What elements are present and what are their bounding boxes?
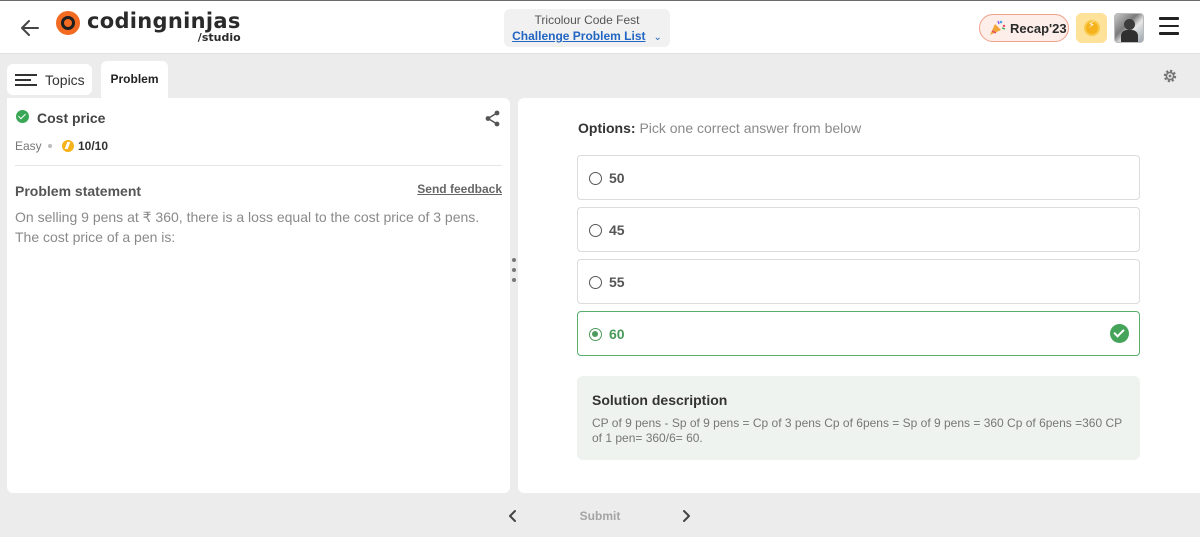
codingninjas-logo[interactable]: codingninjas /studio xyxy=(56,10,241,44)
option-45[interactable]: 45 xyxy=(577,207,1140,252)
chevron-left-icon[interactable] xyxy=(506,508,520,524)
radio-button-selected[interactable] xyxy=(589,328,602,341)
challenge-problem-list-link[interactable]: Challenge Problem List xyxy=(512,29,645,43)
topics-menu-icon xyxy=(15,73,37,87)
difficulty-label: Easy xyxy=(15,139,42,153)
separator-dot xyxy=(48,144,52,148)
tab-topics-label: Topics xyxy=(45,71,85,88)
share-icon[interactable] xyxy=(484,110,501,127)
solution-text: CP of 9 pens - Sp of 9 pens = Cp of 3 pe… xyxy=(592,416,1122,445)
codingninjas-logo-icon xyxy=(56,11,80,35)
chevron-right-icon[interactable] xyxy=(679,508,693,524)
options-instruction: Options: Pick one correct answer from be… xyxy=(578,120,861,136)
correct-check-icon xyxy=(1110,324,1129,343)
problem-statement-heading: Problem statement xyxy=(15,183,142,199)
problem-panel: Cost price Easy 10/10 Problem statement … xyxy=(7,98,510,493)
send-feedback-link[interactable]: Send feedback xyxy=(417,182,502,196)
tab-problem[interactable]: Problem xyxy=(101,61,168,99)
option-label: 45 xyxy=(609,222,625,238)
option-55[interactable]: 55 xyxy=(577,259,1140,304)
problem-title: Cost price xyxy=(37,110,106,126)
logo-subtext: /studio xyxy=(197,31,241,44)
panel-resize-handle[interactable] xyxy=(511,258,517,288)
answer-panel: Options: Pick one correct answer from be… xyxy=(518,98,1200,493)
options-label: Options: xyxy=(578,120,636,136)
solved-check-icon xyxy=(16,110,29,123)
score-value: 10/10 xyxy=(78,139,109,153)
options-hint: Pick one correct answer from below xyxy=(639,120,862,136)
option-60[interactable]: 60 xyxy=(577,311,1140,356)
event-title: Tricolour Code Fest xyxy=(534,13,640,27)
user-avatar[interactable] xyxy=(1114,13,1144,43)
option-label: 55 xyxy=(609,274,625,290)
solution-heading: Solution description xyxy=(592,392,728,408)
coins-button[interactable] xyxy=(1076,13,1107,43)
divider xyxy=(15,165,502,166)
solution-box: Solution description CP of 9 pens - Sp o… xyxy=(577,376,1140,460)
submit-button[interactable]: Submit xyxy=(570,505,630,527)
coin-icon xyxy=(1084,20,1100,36)
radio-button[interactable] xyxy=(589,276,602,289)
back-arrow-icon[interactable] xyxy=(18,16,42,40)
top-navbar: codingninjas /studio Tricolour Code Fest… xyxy=(0,0,1200,54)
recap-button[interactable]: Recap'23 xyxy=(979,14,1069,42)
party-popper-icon xyxy=(990,20,1006,35)
score-coin-icon xyxy=(62,140,74,152)
logo-text: codingninjas xyxy=(87,9,241,33)
tab-topics[interactable]: Topics xyxy=(7,64,92,95)
radio-button[interactable] xyxy=(589,224,602,237)
hamburger-menu-icon[interactable] xyxy=(1159,17,1181,37)
radio-button[interactable] xyxy=(589,172,602,185)
recap-label: Recap'23 xyxy=(1010,20,1067,36)
gear-icon[interactable] xyxy=(1162,68,1178,84)
problem-statement-text: On selling 9 pens at ₹ 360, there is a l… xyxy=(15,209,480,245)
option-label: 60 xyxy=(609,326,625,342)
chevron-down-icon[interactable]: ⌄ xyxy=(653,32,661,43)
option-50[interactable]: 50 xyxy=(577,155,1140,200)
option-label: 50 xyxy=(609,170,625,186)
event-selector[interactable]: Tricolour Code Fest Challenge Problem Li… xyxy=(504,9,670,47)
